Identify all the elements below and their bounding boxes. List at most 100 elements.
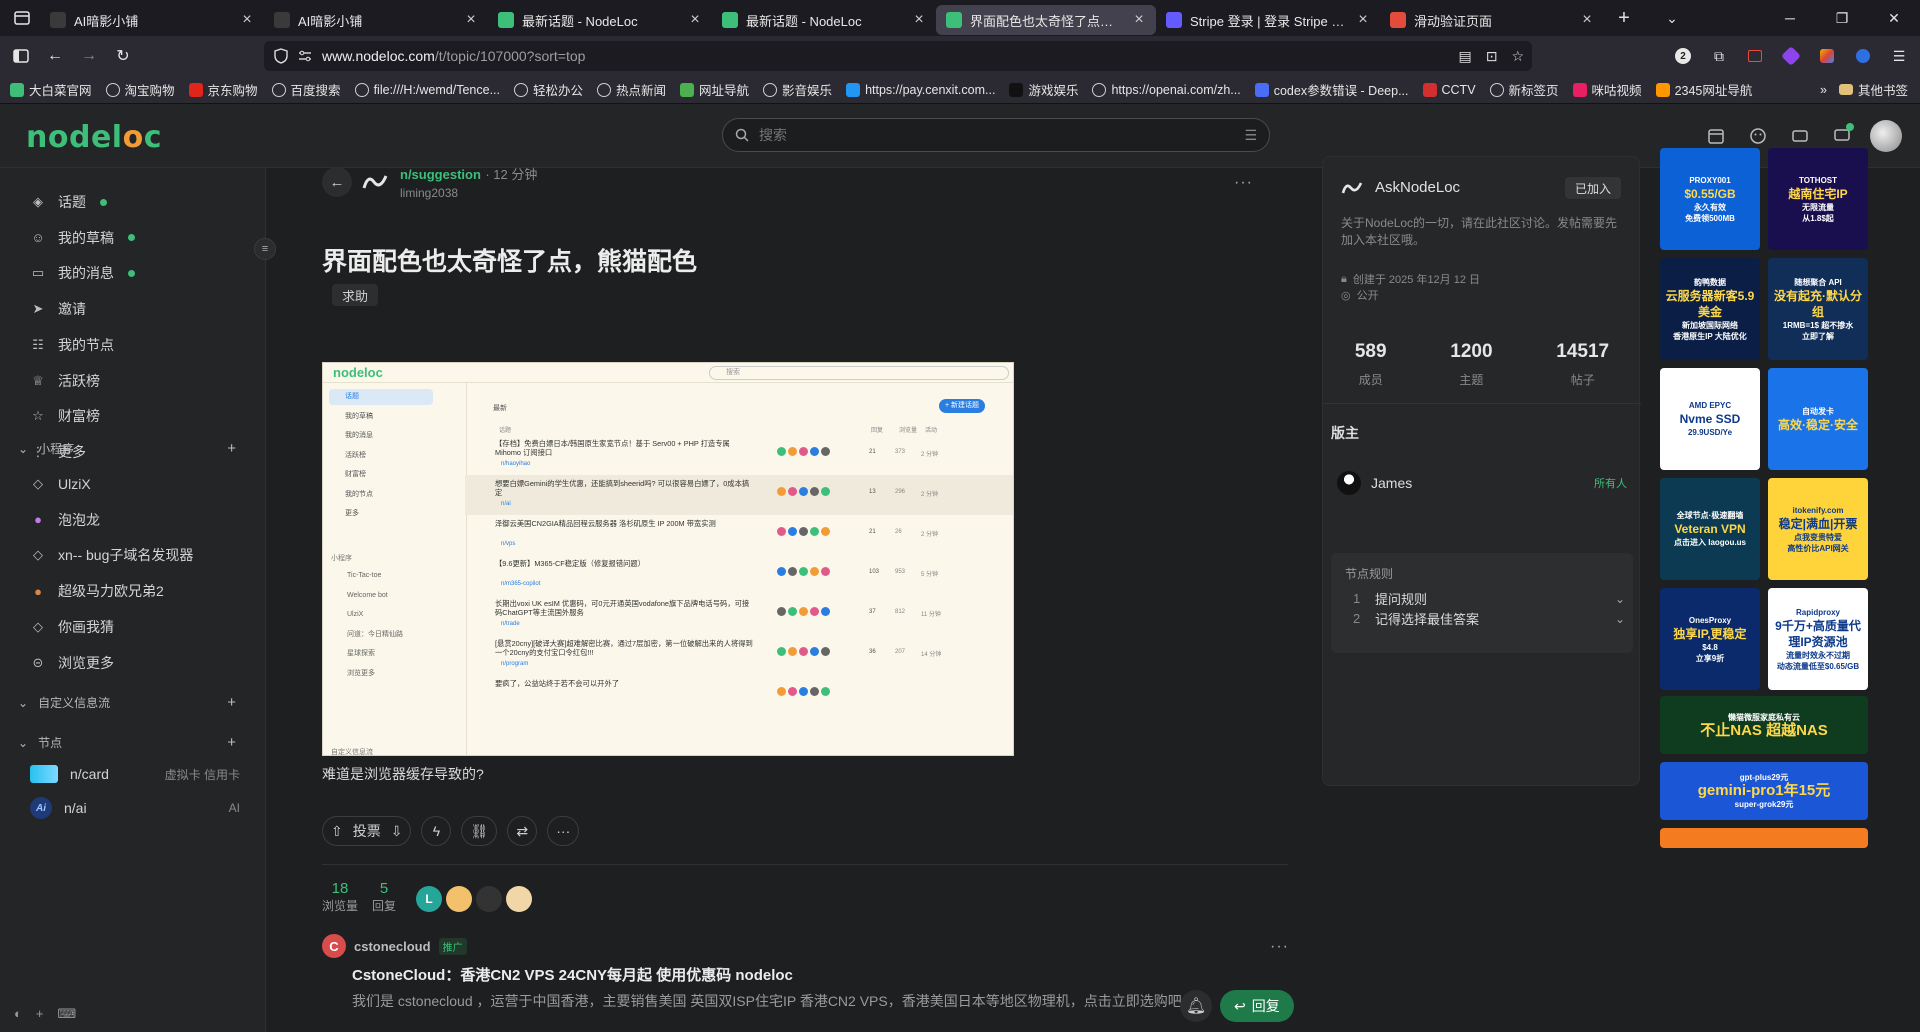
- section-feeds-header[interactable]: ⌄ 自定义信息流 +: [18, 694, 236, 711]
- bookmark-item[interactable]: 大白菜官网: [10, 80, 92, 99]
- sidebar-ad-0[interactable]: PROXY001 $0.55/GB 永久有效 免费领500MB: [1660, 148, 1760, 250]
- bookmark-item[interactable]: 京东购物: [188, 80, 258, 99]
- close-tab-icon[interactable]: ×: [688, 11, 702, 29]
- extensions-icon[interactable]: ⧉: [1704, 41, 1734, 71]
- boost-button[interactable]: ϟ: [421, 816, 452, 846]
- address-bar[interactable]: www.nodeloc.com/t/topic/107000?sort=top …: [264, 41, 1532, 71]
- restore-icon[interactable]: ❐: [1816, 0, 1868, 36]
- sponsored-post[interactable]: C cstonecloud 推广 CstoneCloud：香港CN2 VPS 2…: [322, 934, 1288, 1011]
- sidebar-app-4[interactable]: ◇ 你画我猜: [30, 615, 114, 639]
- vote-button[interactable]: ⇧ 投票 ⇩: [322, 816, 412, 846]
- community-header[interactable]: AskNodeLoc: [1341, 179, 1460, 196]
- sponsor-title[interactable]: CstoneCloud：香港CN2 VPS 24CNY每月起 使用优惠码 nod…: [352, 964, 1288, 985]
- add-app-icon[interactable]: +: [227, 440, 236, 457]
- bookmark-item[interactable]: 轻松办公: [514, 80, 583, 99]
- chat-icon[interactable]: [1828, 122, 1856, 150]
- more-bookmarks-icon[interactable]: »: [1820, 83, 1827, 97]
- close-tab-icon[interactable]: ×: [912, 11, 926, 29]
- site-permissions-icon[interactable]: [298, 49, 312, 63]
- sidebar-ad-5[interactable]: 自动发卡 高效·稳定·安全: [1768, 368, 1868, 470]
- bookmark-item[interactable]: 热点新闻: [597, 80, 666, 99]
- sidebar-app-0[interactable]: ◇ UlziX: [30, 472, 91, 496]
- reload-icon[interactable]: ↻: [108, 41, 138, 71]
- save-to-pocket-icon[interactable]: ⊡: [1486, 48, 1498, 65]
- copy-link-button[interactable]: ⛓: [461, 816, 498, 846]
- forward-arrow-icon[interactable]: →: [74, 41, 104, 71]
- add-icon[interactable]: +: [36, 1006, 44, 1022]
- bookmark-item[interactable]: file:///H:/wemd/Tence...: [354, 82, 500, 97]
- bookmark-item[interactable]: 百度搜索: [271, 80, 341, 99]
- search-input[interactable]: [759, 127, 1235, 143]
- sidebar-node-ai[interactable]: Ai n/ai AI: [30, 796, 240, 820]
- bookmark-item[interactable]: 影音娱乐: [763, 80, 832, 99]
- sidebar-item-3[interactable]: ➤ 邀请: [30, 297, 86, 321]
- extension-blue-icon[interactable]: [1848, 41, 1878, 71]
- sidebar-app-3[interactable]: ● 超级马力欧兄弟2: [30, 579, 164, 603]
- upvote-arrow-icon[interactable]: ⇧: [331, 823, 343, 840]
- keyboard-icon[interactable]: ⌨: [57, 1006, 76, 1022]
- extension-purple-icon[interactable]: [1776, 41, 1806, 71]
- moderator-row[interactable]: James 所有人: [1337, 471, 1627, 495]
- participant-avatar[interactable]: L: [416, 886, 443, 912]
- sidebar-ad-2[interactable]: 韵鸭数据 云服务器新客5.9美金 新加坡国际网络 香港原生IP 大陆优化: [1660, 258, 1760, 360]
- sidebar-ad-partial[interactable]: [1660, 828, 1868, 848]
- close-window-icon[interactable]: ✕: [1868, 0, 1920, 36]
- close-tab-icon[interactable]: ×: [464, 11, 478, 29]
- sponsored-more-icon[interactable]: ···: [1270, 938, 1289, 956]
- ad-toggle-icon[interactable]: [1786, 122, 1814, 150]
- menu-icon[interactable]: ☰: [1884, 41, 1914, 71]
- sidebar-item-1[interactable]: ☺ 我的草稿: [30, 226, 135, 250]
- close-tab-icon[interactable]: ×: [1580, 11, 1594, 29]
- back-button[interactable]: ←: [322, 167, 352, 197]
- tab-4[interactable]: 界面配色也太奇怪了点，熊猫配 ×: [936, 5, 1156, 35]
- more-actions-button[interactable]: ···: [547, 816, 580, 846]
- sidebar-ad-10[interactable]: 懒猫微服家庭私有云 不止NAS 超越NAS: [1660, 696, 1868, 754]
- sidebar-item-6[interactable]: ☆ 财富榜: [30, 404, 100, 428]
- sidebar-app-2[interactable]: ◇ xn-- bug子域名发现器: [30, 543, 193, 567]
- add-node-icon[interactable]: +: [227, 734, 236, 751]
- tab-5[interactable]: Stripe 登录 | 登录 Stripe 管理平 ×: [1156, 5, 1380, 35]
- downvote-arrow-icon[interactable]: ⇩: [391, 823, 403, 840]
- collapse-sidebar-icon[interactable]: ≡: [254, 238, 276, 260]
- bookmark-item[interactable]: https://openai.com/zh...: [1092, 82, 1241, 97]
- sponsor-name[interactable]: cstonecloud: [354, 939, 431, 954]
- sidebar-item-2[interactable]: ▭ 我的消息: [30, 261, 135, 285]
- sidebar-item-0[interactable]: ◈ 话题: [30, 190, 107, 214]
- tab-0[interactable]: AI暗影小铺 ×: [40, 5, 264, 35]
- sidebar-item-4[interactable]: ☷ 我的节点: [30, 333, 114, 357]
- close-tab-icon[interactable]: ×: [1356, 11, 1370, 29]
- close-tab-icon[interactable]: ×: [240, 11, 254, 29]
- sidebar-ad-8[interactable]: OnesProxy 独享IP,更稳定 $4.8 立享9折: [1660, 588, 1760, 690]
- sidebar-toggle-icon[interactable]: [6, 41, 36, 71]
- back-arrow-icon[interactable]: ←: [40, 41, 70, 71]
- repost-button[interactable]: ⇄: [507, 816, 538, 846]
- bookmark-item[interactable]: 游戏娱乐: [1009, 80, 1078, 99]
- search-filter-icon[interactable]: ☰: [1244, 127, 1257, 144]
- new-tab-icon[interactable]: +: [1604, 7, 1644, 30]
- participant-avatar[interactable]: [506, 886, 533, 912]
- bookmark-item[interactable]: CCTV: [1422, 82, 1476, 97]
- minimize-icon[interactable]: ─: [1764, 0, 1816, 36]
- reader-view-icon[interactable]: ▤: [1458, 48, 1471, 65]
- calendar-icon[interactable]: [1702, 122, 1730, 150]
- sidebar-node-card[interactable]: n/card 虚拟卡 信用卡: [30, 762, 240, 786]
- category-link[interactable]: n/suggestion: [400, 167, 481, 182]
- site-search[interactable]: ☰: [722, 118, 1270, 152]
- theme-toggle-icon[interactable]: ◐: [14, 1006, 22, 1022]
- tab-1[interactable]: AI暗影小铺 ×: [264, 5, 488, 35]
- chevron-down-icon[interactable]: ⌄: [1652, 10, 1692, 27]
- reply-button[interactable]: ↩ 回复: [1220, 990, 1294, 1022]
- bookmark-item[interactable]: 淘宝购物: [105, 80, 175, 99]
- bookmark-item[interactable]: 2345网址导航: [1655, 80, 1752, 99]
- bookmark-star-icon[interactable]: ☆: [1511, 48, 1524, 65]
- topic-more-icon[interactable]: ···: [1234, 174, 1253, 192]
- tab-2[interactable]: 最新话题 - NodeLoc ×: [488, 5, 712, 35]
- post-image[interactable]: nodeloc 搜索 话题 我的草稿 我的消息 活跃榜 财富榜 我的节点 更多 小程序 Ti…: [322, 362, 1014, 756]
- section-nodes-header[interactable]: ⌄ 节点 +: [18, 734, 236, 751]
- sidebar-ad-11[interactable]: gpt-plus29元 gemini-pro1年15元 super-grok29元: [1660, 762, 1868, 820]
- bookmark-item[interactable]: 咪咕视频: [1572, 80, 1642, 99]
- sidebar-app-5[interactable]: ⊝ 浏览更多: [30, 651, 114, 675]
- bookmark-item[interactable]: codex参数错误 - Deep...: [1254, 80, 1409, 99]
- site-logo[interactable]: nodeloc: [26, 120, 162, 155]
- bookmark-item[interactable]: https://pay.cenxit.com...: [846, 82, 995, 97]
